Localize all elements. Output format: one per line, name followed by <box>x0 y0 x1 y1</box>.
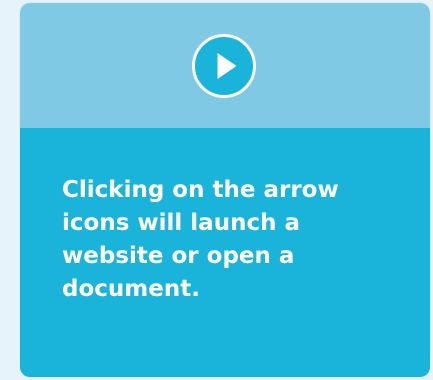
play-arrow-icon <box>192 34 256 98</box>
card-header <box>20 3 430 128</box>
card-message: Clicking on the arrow icons will launch … <box>62 177 339 302</box>
play-arrow-button[interactable] <box>191 33 257 99</box>
info-card: Clicking on the arrow icons will launch … <box>20 3 430 377</box>
